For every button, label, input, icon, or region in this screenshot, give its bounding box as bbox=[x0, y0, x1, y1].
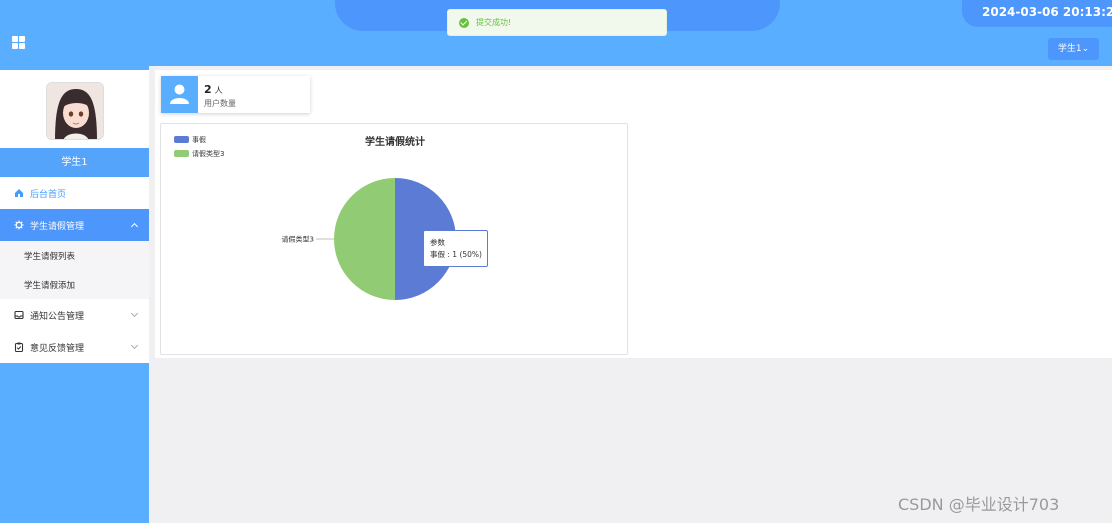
gear-icon bbox=[14, 220, 24, 230]
user-count-label: 用户数量 bbox=[204, 99, 236, 108]
chevron-down-icon bbox=[130, 309, 139, 318]
user-dropdown-button[interactable]: 学生1⌄ bbox=[1048, 38, 1099, 60]
sidebar-item-label: 学生请假管理 bbox=[30, 221, 85, 232]
clipboard-icon bbox=[14, 342, 24, 352]
pie-chart: 学生请假统计 事假 请假类型3 请假类型3 bbox=[174, 135, 456, 300]
chevron-down-icon bbox=[130, 341, 139, 350]
sidebar-item-home[interactable]: 后台首页 bbox=[0, 177, 149, 209]
sidebar-menu: 后台首页 学生请假管理 学生请假列表 学生请假添加 通知公告管理 意见反馈管理 bbox=[0, 177, 149, 363]
success-toast: 提交成功! bbox=[447, 9, 667, 36]
stat-number: 2 bbox=[204, 83, 212, 96]
legend-swatch-1[interactable] bbox=[174, 136, 189, 143]
user-count-card: 2人 用户数量 bbox=[161, 76, 310, 113]
inbox-icon bbox=[14, 310, 24, 320]
sidebar-username: 学生1 bbox=[0, 148, 149, 177]
current-datetime: 2024-03-06 20:13:25 bbox=[982, 5, 1112, 19]
menu-grid-icon[interactable] bbox=[12, 36, 25, 49]
tooltip-title: 参数 bbox=[430, 238, 445, 247]
tooltip-value: 事假 : 1 (50%) bbox=[430, 250, 482, 259]
sidebar-item-label: 通知公告管理 bbox=[30, 311, 85, 322]
pie-slice-2[interactable] bbox=[334, 178, 395, 300]
sidebar-item-leave-management[interactable]: 学生请假管理 bbox=[0, 209, 149, 241]
sidebar: 学生1 后台首页 学生请假管理 学生请假列表 学生请假添加 通知公告管理 意见反… bbox=[0, 66, 149, 523]
user-stat-icon-box bbox=[161, 76, 198, 113]
sidebar-subitem-leave-add[interactable]: 学生请假添加 bbox=[0, 270, 149, 299]
chevron-up-icon bbox=[130, 222, 139, 231]
chart-title: 学生请假统计 bbox=[365, 135, 425, 148]
user-dropdown-label: 学生1 bbox=[1057, 44, 1082, 54]
legend-swatch-2[interactable] bbox=[174, 150, 189, 157]
legend-label-1[interactable]: 事假 bbox=[192, 135, 206, 144]
avatar-area bbox=[0, 70, 149, 148]
chart-tooltip: 参数 事假 : 1 (50%) bbox=[423, 230, 488, 267]
sidebar-item-label: 后台首页 bbox=[30, 189, 67, 200]
sidebar-item-notice-management[interactable]: 通知公告管理 bbox=[0, 299, 149, 331]
slice-label-2: 请假类型3 bbox=[282, 235, 314, 244]
legend-label-2[interactable]: 请假类型3 bbox=[192, 149, 224, 158]
stat-unit: 人 bbox=[214, 86, 223, 95]
chevron-down-icon: ⌄ bbox=[1081, 44, 1090, 54]
watermark-text: CSDN @毕业设计703 bbox=[898, 495, 1060, 514]
success-check-icon bbox=[459, 17, 469, 28]
toast-message: 提交成功! bbox=[476, 18, 512, 27]
sidebar-subitem-leave-list[interactable]: 学生请假列表 bbox=[0, 241, 149, 270]
sidebar-item-feedback-management[interactable]: 意见反馈管理 bbox=[0, 331, 149, 363]
leave-stats-chart-card: 学生请假统计 事假 请假类型3 请假类型3 bbox=[160, 123, 628, 355]
chart-legend: 事假 请假类型3 bbox=[174, 135, 224, 158]
avatar bbox=[46, 82, 104, 140]
user-icon bbox=[170, 84, 189, 104]
home-icon bbox=[15, 189, 23, 197]
sidebar-item-label: 意见反馈管理 bbox=[30, 343, 85, 354]
user-count-value: 2人 bbox=[204, 83, 223, 96]
